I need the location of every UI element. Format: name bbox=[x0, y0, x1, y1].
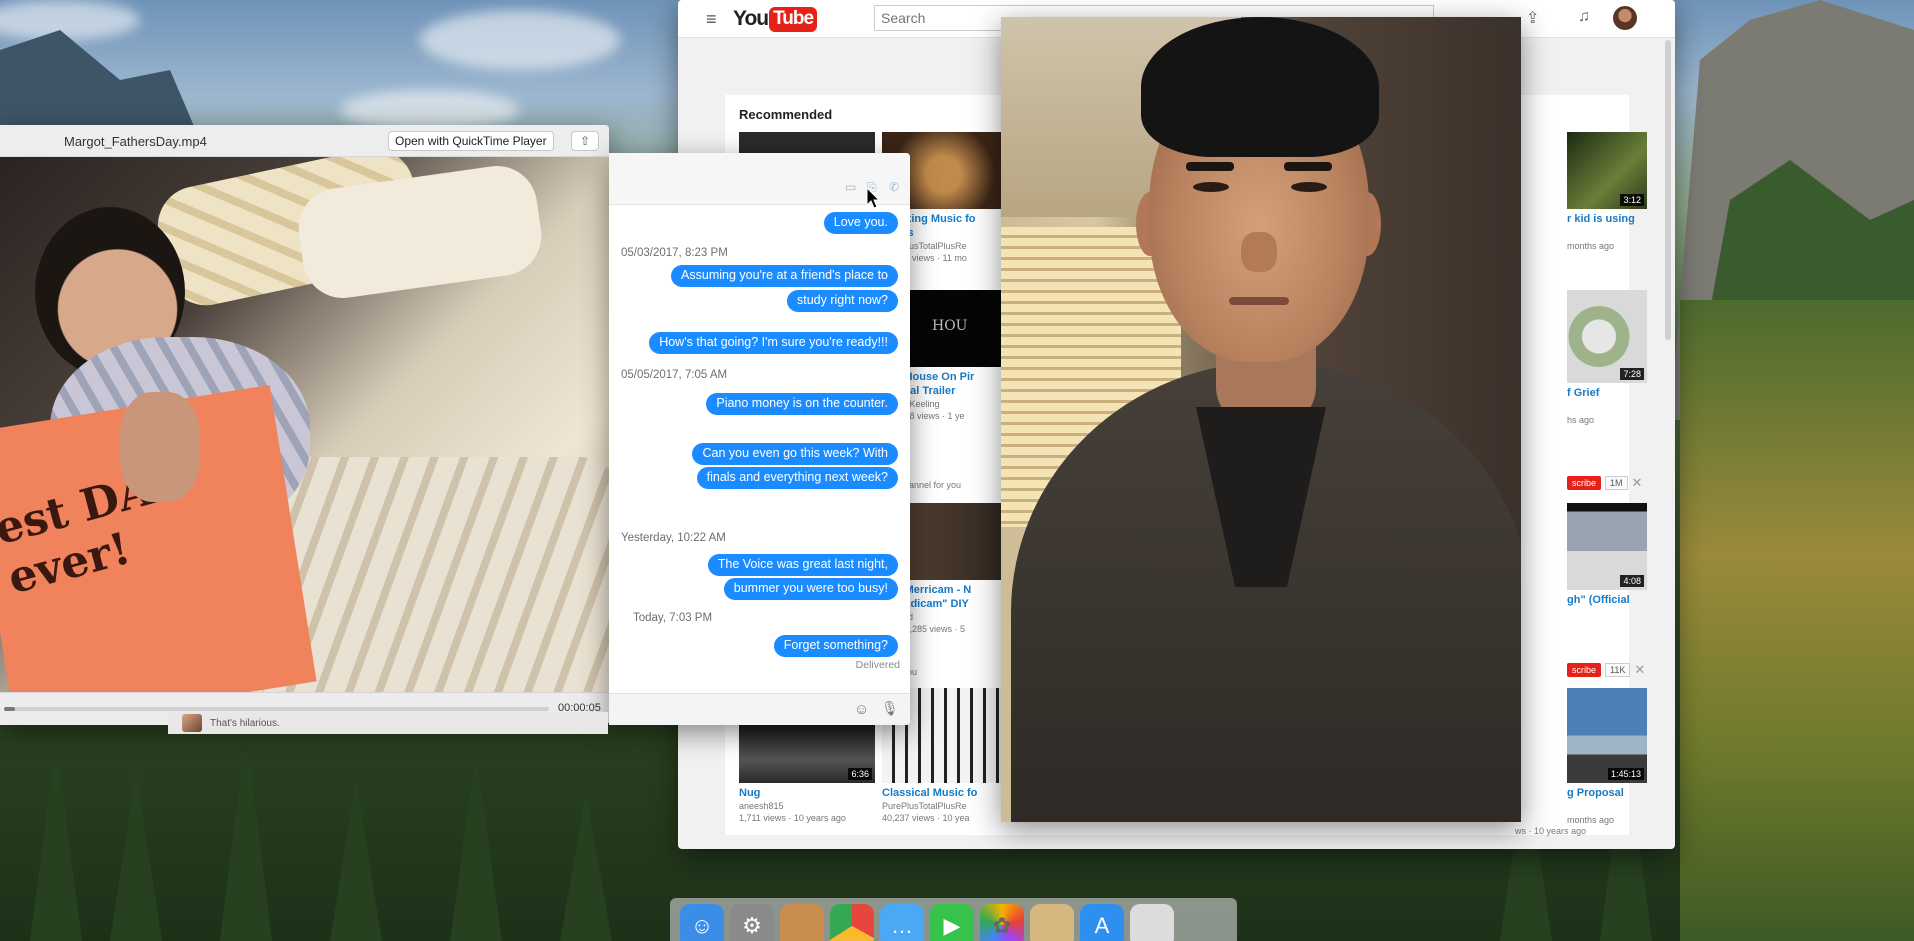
progress-track[interactable] bbox=[4, 707, 549, 711]
upload-icon[interactable]: ⇪ bbox=[1526, 8, 1539, 28]
video-card[interactable]: 6:36 Nug aneesh815 1,711 views · 10 year… bbox=[739, 725, 879, 824]
video-title[interactable]: gh" (Official bbox=[1567, 593, 1647, 607]
messages-icon[interactable]: … bbox=[880, 904, 924, 941]
video-title[interactable]: Nug bbox=[739, 786, 879, 800]
video-meta: 1,711 views · 10 years ago bbox=[739, 813, 846, 823]
video-card[interactable]: 7:28 f Grief hs ago bbox=[1567, 290, 1647, 426]
recommended-heading: Recommended bbox=[739, 107, 833, 122]
video-title[interactable]: r kid is using bbox=[1567, 212, 1647, 226]
message-timestamp: 05/05/2017, 7:05 AM bbox=[621, 369, 728, 381]
subscribe-button[interactable]: scribe bbox=[1567, 476, 1602, 490]
contact-avatar bbox=[182, 714, 202, 732]
dismiss-icon[interactable]: ✕ bbox=[1632, 475, 1643, 491]
message-timestamp: 05/03/2017, 8:23 PM bbox=[621, 247, 728, 259]
person-eye bbox=[1193, 182, 1229, 192]
video-card[interactable]: 1:45:13 g Proposal months ago bbox=[1567, 688, 1647, 826]
video-meta: months ago bbox=[1567, 241, 1615, 251]
message-preview-strip[interactable]: That's hilarious. bbox=[168, 712, 608, 734]
file-name: Margot_FathersDay.mp4 bbox=[64, 134, 207, 149]
video-duration: 1:45:13 bbox=[1607, 768, 1644, 780]
message-bubble[interactable]: The Voice was great last night, bbox=[707, 554, 898, 576]
notifications-bell-icon[interactable]: ♫ bbox=[1578, 8, 1590, 26]
dock: ☺ ⚙ … ▶ ✿ A bbox=[670, 898, 1237, 941]
subscribe-button[interactable]: scribe bbox=[1567, 663, 1602, 677]
subscriber-count: 1M bbox=[1605, 476, 1628, 490]
message-bubble[interactable]: Can you even go this week? With bbox=[692, 443, 898, 465]
message-bubble[interactable]: bummer you were too busy! bbox=[723, 578, 898, 600]
video-channel[interactable]: aneesh815 bbox=[739, 800, 879, 812]
scrollbar[interactable] bbox=[1665, 40, 1671, 340]
mountain-left bbox=[0, 30, 200, 140]
video-duration: 6:36 bbox=[848, 768, 872, 780]
delivered-status: Delivered bbox=[855, 659, 900, 671]
person-eyebrow bbox=[1284, 162, 1332, 171]
open-with-quicktime-button[interactable]: Open with QuickTime Player bbox=[388, 131, 554, 151]
subscriber-count: 11K bbox=[1605, 663, 1631, 677]
system-preferences-icon[interactable]: ⚙ bbox=[730, 904, 774, 941]
subscribe-row: scribe 11K ✕ bbox=[1567, 662, 1645, 678]
photos-icon[interactable]: ✿ bbox=[980, 904, 1024, 941]
phone-icon[interactable]: ✆ bbox=[889, 180, 899, 194]
person-nose bbox=[1241, 232, 1277, 272]
video-title[interactable]: f Grief bbox=[1567, 386, 1647, 400]
account-avatar[interactable] bbox=[1613, 6, 1637, 30]
video-duration: 4:08 bbox=[1620, 575, 1644, 587]
video-frame[interactable]: est DAD ever! bbox=[0, 157, 609, 692]
message-bubble[interactable]: Love you. bbox=[823, 212, 898, 234]
subscribe-row: scribe 1M ✕ bbox=[1567, 475, 1642, 491]
message-bubble[interactable]: study right now? bbox=[786, 290, 898, 312]
message-timestamp: Today, 7:03 PM bbox=[633, 612, 713, 624]
video-duration: 3:12 bbox=[1620, 194, 1644, 206]
video-meta: hs ago bbox=[1567, 415, 1595, 425]
trash-icon[interactable] bbox=[1130, 904, 1174, 941]
preview-text: That's hilarious. bbox=[210, 717, 280, 729]
mouse-cursor-icon bbox=[866, 187, 880, 209]
chrome-icon[interactable] bbox=[830, 904, 874, 941]
quicktime-preview-window: Margot_FathersDay.mp4 Open with QuickTim… bbox=[0, 125, 609, 725]
progress-fill bbox=[4, 707, 15, 711]
person-mouth bbox=[1229, 297, 1289, 305]
preview-icon[interactable] bbox=[1030, 904, 1074, 941]
person-eyebrow bbox=[1186, 162, 1234, 171]
video-card[interactable]: 4:08 gh" (Official bbox=[1567, 503, 1647, 607]
share-icon[interactable]: ⇧ bbox=[571, 131, 599, 151]
preview-titlebar: Margot_FathersDay.mp4 Open with QuickTim… bbox=[0, 125, 609, 157]
message-bubble[interactable]: How's that going? I'm sure you're ready!… bbox=[649, 332, 898, 354]
message-bubble[interactable]: finals and everything next week? bbox=[696, 467, 898, 489]
notes-icon[interactable] bbox=[780, 904, 824, 941]
finder-icon[interactable]: ☺ bbox=[680, 904, 724, 941]
video-title[interactable]: g Proposal bbox=[1567, 786, 1647, 800]
message-bubble[interactable]: Forget something? bbox=[773, 635, 898, 657]
dismiss-icon[interactable]: ✕ bbox=[1634, 662, 1645, 678]
person-hair bbox=[1141, 17, 1379, 157]
hand bbox=[120, 392, 200, 502]
message-timestamp: Yesterday, 10:22 AM bbox=[621, 532, 726, 544]
messages-window: ▭ ⎘ ✆ Love you. 05/03/2017, 8:23 PM Assumi… bbox=[609, 153, 910, 725]
microphone-icon[interactable]: 🎙 bbox=[881, 700, 899, 717]
video-meta: ws · 10 years ago bbox=[1515, 826, 1587, 836]
facetime-icon[interactable]: ▶ bbox=[930, 904, 974, 941]
video-duration: 7:28 bbox=[1620, 368, 1644, 380]
app-store-icon[interactable]: A bbox=[1080, 904, 1124, 941]
person-eye bbox=[1291, 182, 1327, 192]
video-card[interactable]: 3:12 r kid is using months ago bbox=[1567, 132, 1647, 252]
video-call-icon[interactable]: ▭ bbox=[845, 180, 856, 194]
facetime-camera-view bbox=[1001, 17, 1521, 822]
conversation-header: ▭ ⎘ ✆ bbox=[609, 153, 910, 205]
youtube-logo[interactable]: You Tube bbox=[733, 6, 818, 32]
hamburger-menu-icon[interactable]: ≡ bbox=[706, 9, 717, 30]
emoji-icon[interactable]: ☺ bbox=[854, 701, 869, 718]
message-input-bar[interactable]: ☺ 🎙 bbox=[609, 693, 910, 725]
message-bubble[interactable]: Piano money is on the counter. bbox=[706, 393, 898, 415]
message-bubble[interactable]: Assuming you're at a friend's place to bbox=[671, 265, 898, 287]
